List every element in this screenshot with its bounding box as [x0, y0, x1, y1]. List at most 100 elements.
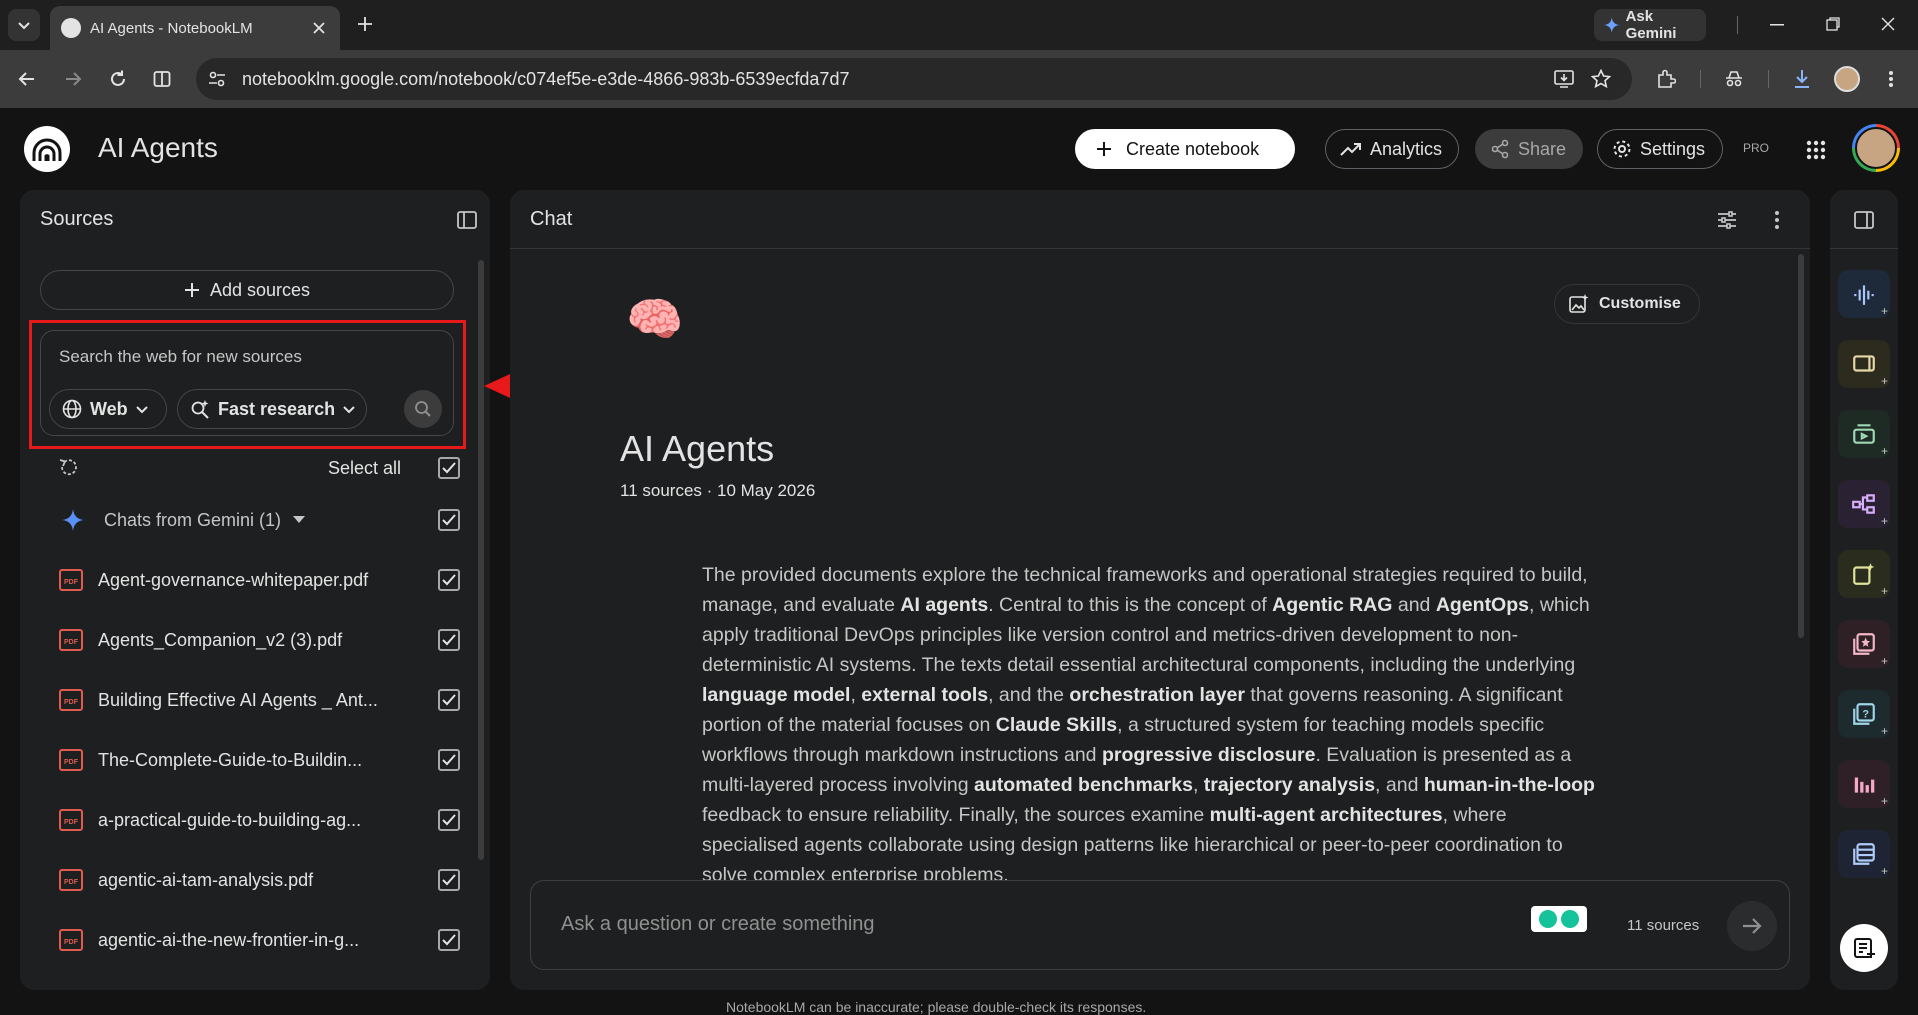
- analytics-button[interactable]: Analytics: [1325, 129, 1459, 169]
- source-item-checkbox[interactable]: [438, 689, 460, 711]
- create-notebook-button[interactable]: Create notebook: [1075, 129, 1295, 169]
- source-item-name: Building Effective AI Agents _ Ant...: [98, 689, 378, 710]
- toolbar-divider: [1700, 70, 1701, 88]
- summary-keyword: progressive disclosure: [1101, 744, 1316, 766]
- studio-tool-audio-overview[interactable]: +: [1838, 270, 1890, 318]
- restore-icon[interactable]: [1826, 17, 1840, 31]
- notebooklm-logo[interactable]: [24, 126, 70, 172]
- sources-panel: Sources Add sources Search the web for n…: [20, 190, 490, 990]
- caret-down-icon: [293, 516, 306, 523]
- close-tab-icon[interactable]: [312, 21, 326, 35]
- google-apps-icon[interactable]: [1806, 140, 1826, 160]
- source-item-checkbox[interactable]: [438, 869, 460, 891]
- source-item[interactable]: PDF a-practical-guide-to-building-ag...: [20, 800, 490, 840]
- gemini-chats-group[interactable]: Chats from Gemini (1): [20, 500, 490, 540]
- source-item[interactable]: PDF Agent-governance-whitepaper.pdf: [20, 560, 490, 600]
- summary-keyword: automated benchmarks: [974, 774, 1193, 796]
- notebook-summary: The provided documents explore the techn…: [702, 560, 1602, 880]
- chat-input-container: Ask a question or create something 11 so…: [530, 880, 1790, 970]
- split-view-icon[interactable]: [153, 70, 171, 88]
- studio-tool-reports[interactable]: +: [1838, 550, 1890, 598]
- send-button[interactable]: [1727, 901, 1777, 951]
- install-app-icon[interactable]: [1554, 70, 1574, 88]
- expand-studio-icon[interactable]: [1854, 210, 1874, 230]
- source-item[interactable]: PDF Agents_Companion_v2 (3).pdf: [20, 620, 490, 660]
- gemini-sparkle-icon: [1604, 17, 1620, 33]
- downloads-icon[interactable]: [1792, 68, 1812, 90]
- svg-text:PDF: PDF: [64, 759, 79, 766]
- source-item-name: agentic-ai-the-new-frontier-in-g...: [98, 929, 360, 950]
- source-item-checkbox[interactable]: [438, 749, 460, 771]
- source-item[interactable]: PDF Building Effective AI Agents _ Ant...: [20, 680, 490, 720]
- minimize-icon[interactable]: [1770, 24, 1784, 26]
- sources-scrollbar[interactable]: [478, 260, 484, 860]
- chat-input[interactable]: Ask a question or create something: [561, 913, 875, 936]
- studio-tool-video-overview[interactable]: +: [1838, 340, 1890, 388]
- close-window-icon[interactable]: [1881, 17, 1895, 31]
- source-item-checkbox[interactable]: [438, 929, 460, 951]
- source-item[interactable]: PDF agentic-ai-tam-analysis.pdf: [20, 860, 490, 900]
- account-avatar[interactable]: [1852, 124, 1900, 172]
- forward-icon[interactable]: [64, 70, 82, 88]
- settings-button[interactable]: Settings: [1597, 129, 1723, 169]
- studio-tool-mind-map[interactable]: +: [1838, 480, 1890, 528]
- settings-label: Settings: [1640, 138, 1706, 159]
- active-tab[interactable]: AI Agents - NotebookLM: [50, 6, 340, 50]
- video-overview-icon: [1853, 355, 1875, 372]
- studio-tool-infographic[interactable]: +: [1838, 760, 1890, 808]
- source-item-name: a-practical-guide-to-building-ag...: [98, 809, 362, 830]
- profile-avatar[interactable]: [1834, 66, 1860, 92]
- gear-icon: [1613, 140, 1631, 158]
- new-tab-icon[interactable]: [357, 16, 373, 32]
- url-text: notebooklm.google.com/notebook/c074ef5e-…: [242, 69, 850, 89]
- notebook-meta: 11 sources · 10 May 2026: [620, 481, 816, 500]
- add-plus-icon: +: [1880, 514, 1888, 528]
- studio-tool-data-table[interactable]: +: [1838, 830, 1890, 878]
- source-item-checkbox[interactable]: [438, 629, 460, 651]
- checkmark-icon: [442, 814, 456, 826]
- chat-more-icon[interactable]: [1774, 210, 1780, 230]
- bookmark-star-icon[interactable]: [1591, 69, 1611, 89]
- source-item[interactable]: PDF agentic-ai-the-new-frontier-in-g...: [20, 920, 490, 960]
- reload-icon[interactable]: [109, 70, 127, 88]
- chrome-menu-icon[interactable]: [1888, 70, 1894, 88]
- site-settings-icon[interactable]: [208, 70, 226, 88]
- checkmark-icon: [442, 754, 456, 766]
- source-item-name: Agent-governance-whitepaper.pdf: [98, 569, 369, 590]
- flashcards-icon: [1853, 633, 1875, 655]
- tab-list-button[interactable]: [8, 9, 40, 41]
- undo-select-icon[interactable]: [58, 457, 78, 477]
- back-icon[interactable]: [18, 70, 36, 88]
- add-plus-icon: +: [1880, 724, 1888, 738]
- pdf-icon: PDF: [59, 569, 83, 591]
- address-bar[interactable]: notebooklm.google.com/notebook/c074ef5e-…: [196, 58, 1632, 100]
- extensions-icon[interactable]: [1656, 69, 1676, 89]
- checkmark-icon: [442, 934, 456, 946]
- notebook-title[interactable]: AI Agents: [98, 132, 218, 164]
- incognito-icon[interactable]: [1724, 69, 1744, 89]
- audio-overview-icon: [1854, 285, 1874, 305]
- chat-source-count: 11 sources: [1627, 917, 1700, 934]
- notebook-heading: AI Agents: [620, 428, 775, 469]
- customise-button[interactable]: Customise: [1554, 284, 1700, 324]
- source-item-checkbox[interactable]: [438, 809, 460, 831]
- studio-tool-slide-deck[interactable]: +: [1838, 410, 1890, 458]
- source-item-checkbox[interactable]: [438, 569, 460, 591]
- studio-tool-quiz[interactable]: ? +: [1838, 690, 1890, 738]
- grammar-badge-green: [1539, 910, 1557, 928]
- disclaimer-text: NotebookLM can be inaccurate; please dou…: [726, 999, 1147, 1015]
- collapse-panel-icon[interactable]: [457, 210, 477, 230]
- source-item[interactable]: PDF The-Complete-Guide-to-Buildin...: [20, 740, 490, 780]
- chat-settings-tune-icon[interactable]: [1717, 210, 1737, 230]
- grammar-extension-icon[interactable]: [1531, 906, 1587, 932]
- studio-tool-flashcards[interactable]: +: [1838, 620, 1890, 668]
- add-note-button[interactable]: [1840, 924, 1888, 972]
- ask-gemini-button[interactable]: Ask Gemini: [1594, 8, 1706, 42]
- reports-icon: [1853, 563, 1875, 585]
- gemini-chats-checkbox[interactable]: [438, 509, 460, 531]
- add-sources-button[interactable]: Add sources: [40, 270, 454, 310]
- summary-keyword: language model: [702, 684, 851, 706]
- select-all-checkbox[interactable]: [438, 457, 460, 479]
- share-button[interactable]: Share: [1475, 129, 1583, 169]
- chat-scrollbar[interactable]: [1798, 254, 1804, 638]
